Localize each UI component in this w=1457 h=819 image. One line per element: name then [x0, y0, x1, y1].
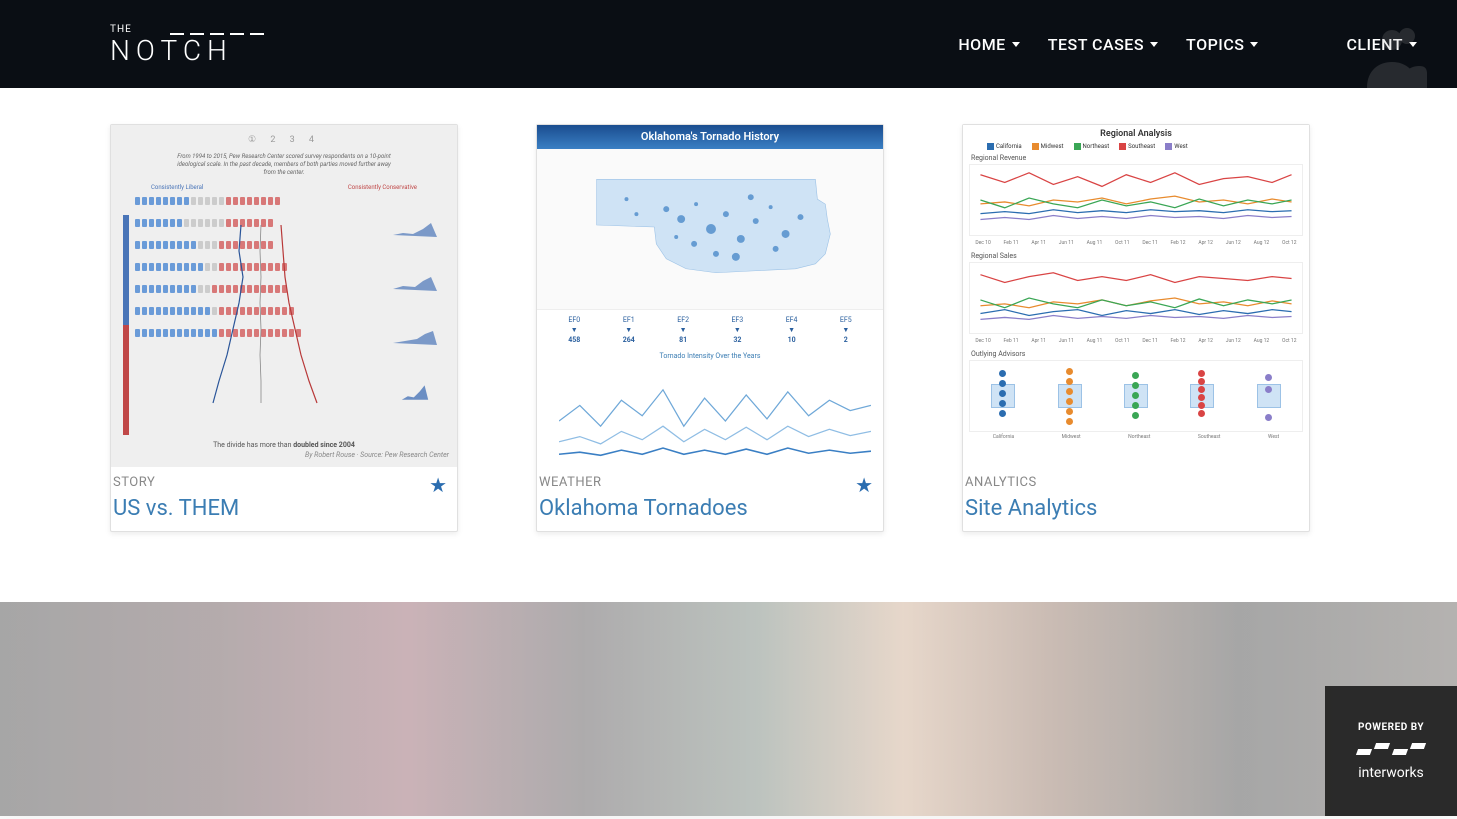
viz-boxplot-row [969, 360, 1303, 432]
card-title[interactable]: Site Analytics [963, 494, 1309, 521]
viz-trend-lines [171, 225, 371, 405]
brand-name: NOTCH [110, 37, 233, 65]
brand-prefix: THE [110, 24, 132, 35]
viz-chart-subtitle: Tornado Intensity Over the Years [537, 350, 883, 362]
viz-left-label: Consistently Liberal [151, 184, 203, 191]
card-category: ANALYTICS [963, 475, 1309, 494]
card-thumbnail: Oklahoma's Tornado History [537, 125, 883, 467]
nav-home[interactable]: HOME [958, 35, 1019, 54]
viz-credit: By Robert Rouse · Source: Pew Research C… [111, 451, 449, 459]
card-category: WEATHER [537, 475, 883, 494]
viz-header: Regional Analysis [969, 129, 1303, 139]
nav-test-cases[interactable]: TEST CASES [1048, 35, 1158, 54]
navbar: THE NOTCH HOME TEST CASES TOPICS CLIENT [0, 0, 1457, 88]
viz-section-advisors: Outlying Advisors [971, 350, 1303, 358]
viz-right-label: Consistently Conservative [348, 184, 417, 191]
viz-intro-text: From 1994 to 2015, Pew Research Center s… [171, 153, 397, 176]
card-site-analytics[interactable]: Regional Analysis California Midwest Nor… [962, 124, 1310, 532]
viz-revenue-chart [969, 164, 1303, 236]
star-icon[interactable]: ★ [429, 473, 447, 497]
card-oklahoma-tornadoes[interactable]: Oklahoma's Tornado History [536, 124, 884, 532]
viz-pager: ① 2 3 4 [121, 135, 447, 145]
card-category: STORY [111, 475, 457, 494]
caret-down-icon [1250, 42, 1258, 47]
nav-menu: HOME TEST CASES TOPICS CLIENT [958, 35, 1417, 54]
powered-by-badge[interactable]: POWERED BY interworks [1325, 686, 1457, 816]
card-us-vs-them[interactable]: ① 2 3 4 From 1994 to 2015, Pew Research … [110, 124, 458, 532]
card-title[interactable]: Oklahoma Tornadoes [537, 494, 883, 521]
caret-down-icon [1150, 42, 1158, 47]
viz-section-sales: Regional Sales [971, 252, 1303, 260]
card-thumbnail: Regional Analysis California Midwest Nor… [963, 125, 1309, 467]
viz-footer-2: doubled since 2004 [293, 441, 355, 449]
star-icon[interactable]: ★ [855, 473, 873, 497]
interworks-logo-icon [1357, 743, 1425, 755]
viz-x-ticks: Dec 10Feb 11Apr 11Jun 11Aug 11Oct 11Dec … [969, 238, 1303, 248]
viz-intensity-row: EF0▼458 EF1▼264 EF2▼81 EF3▼32 EF4▼10 EF5… [537, 309, 883, 350]
brand-logo[interactable]: THE NOTCH [110, 24, 270, 65]
viz-section-revenue: Regional Revenue [971, 154, 1303, 162]
viz-line-chart [537, 362, 883, 467]
nav-test-cases-label: TEST CASES [1048, 35, 1144, 54]
nav-home-label: HOME [958, 35, 1005, 54]
user-silhouette-icon [1357, 18, 1427, 88]
viz-legend: California Midwest Northeast Southeast W… [987, 143, 1303, 150]
powered-by-company: interworks [1358, 765, 1424, 781]
viz-x-ticks: Dec 10Feb 11Apr 11Jun 11Aug 11Oct 11Dec … [969, 336, 1303, 346]
viz-side-bar [123, 215, 129, 435]
card-grid: ① 2 3 4 From 1994 to 2015, Pew Research … [0, 88, 1457, 602]
card-title[interactable]: US vs. THEM [111, 494, 457, 521]
caret-down-icon [1012, 42, 1020, 47]
nav-topics-label: TOPICS [1186, 35, 1244, 54]
viz-box-categories: California Midwest Northeast Southeast W… [969, 432, 1303, 442]
viz-map [537, 149, 883, 309]
viz-footer-1: The divide has more than [213, 441, 291, 449]
powered-by-label: POWERED BY [1358, 722, 1424, 733]
viz-sales-chart [969, 262, 1303, 334]
viz-header: Oklahoma's Tornado History [537, 125, 883, 149]
card-thumbnail: ① 2 3 4 From 1994 to 2015, Pew Research … [111, 125, 457, 467]
hero-banner: POWERED BY interworks [0, 602, 1457, 816]
nav-topics[interactable]: TOPICS [1186, 35, 1258, 54]
